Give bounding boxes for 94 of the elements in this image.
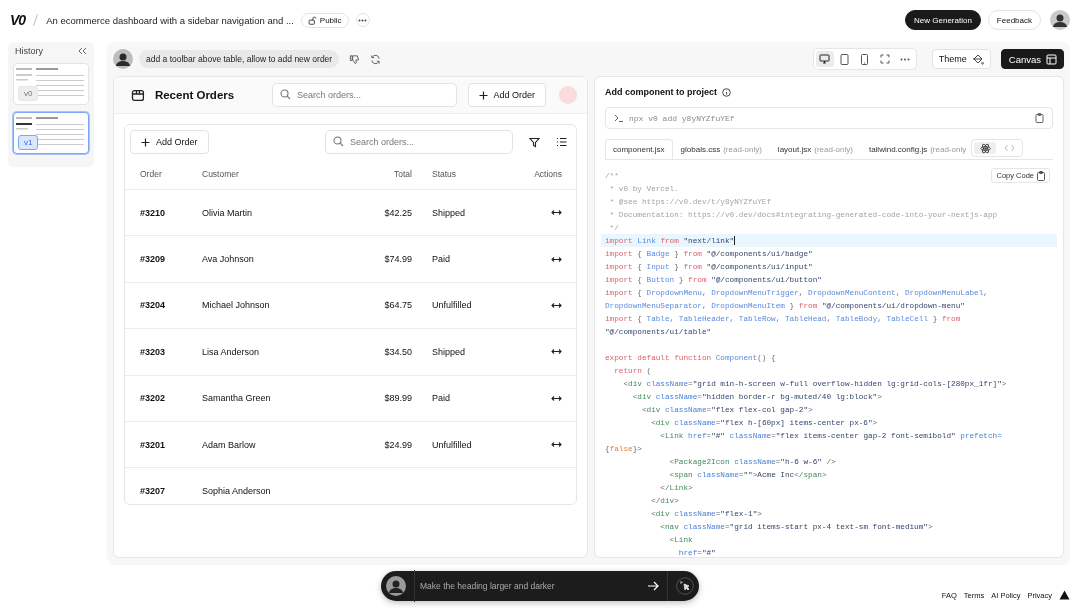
table-cell-text: #3202: [140, 393, 167, 404]
table-cell: $74.99: [384, 254, 412, 265]
refresh-icon[interactable]: [370, 53, 382, 65]
clipboard-icon: [1037, 170, 1045, 181]
table-cell-text: #3210: [140, 207, 167, 218]
search-field[interactable]: Search orders...: [325, 130, 513, 154]
version-label: v1: [18, 135, 39, 150]
file-tab[interactable]: layout.jsx (read-only): [769, 139, 861, 159]
project-title: An ecommerce dashboard with a sidebar navigation and ...: [46, 14, 294, 26]
table-cell-text: #3207: [140, 486, 167, 497]
layout-icon: [1046, 53, 1057, 65]
table-cell-text: #3204: [140, 300, 167, 311]
table-cell: Unfulfilled: [432, 439, 472, 450]
cursor-click-icon[interactable]: [676, 577, 694, 595]
prompt-message: add a toolbar above table, allow to add new order: [139, 50, 340, 68]
arrows-horizontal-icon[interactable]: [551, 255, 562, 263]
command-text: npx v0 add y8yNYZfuYEf: [629, 113, 735, 123]
table-cell-text: Sophia Anderson: [202, 486, 272, 497]
history-thumbnail[interactable]: v1: [13, 112, 89, 154]
tablet-icon: [840, 53, 850, 65]
add-order-button[interactable]: Add Order: [467, 83, 547, 107]
search-field[interactable]: Search orders...: [272, 83, 457, 107]
user-avatar: [113, 49, 133, 69]
user-avatar[interactable]: [1050, 10, 1070, 30]
table-cell: $34.50: [384, 346, 412, 357]
desktop-icon: [819, 54, 831, 64]
table-cell: Shipped: [432, 346, 466, 357]
arrows-horizontal-icon[interactable]: [551, 301, 562, 309]
fullscreen-icon: [879, 54, 890, 64]
history-thumbnail[interactable]: v0: [13, 63, 89, 105]
arrows-horizontal-icon[interactable]: [551, 394, 562, 402]
new-generation-button[interactable]: New Generation: [905, 10, 981, 30]
theme-button[interactable]: Theme: [931, 49, 991, 69]
prompt-field[interactable]: Make the heading larger and darker: [381, 571, 699, 601]
logo[interactable]: V0: [10, 12, 26, 28]
column-header: Order: [140, 169, 163, 179]
table-cell: Paid: [432, 254, 450, 265]
arrows-horizontal-icon[interactable]: [551, 441, 562, 449]
search-icon: [333, 136, 344, 147]
table-cell: Shipped: [432, 207, 466, 218]
feedback-button[interactable]: Feedback: [987, 10, 1041, 30]
file-tab[interactable]: component.jsx: [605, 139, 673, 159]
collapse-icon[interactable]: [78, 47, 87, 55]
more-icon: [358, 18, 368, 22]
file-tab[interactable]: tailwind.config.js (read-only: [860, 139, 970, 159]
table-cell-text: Michael Johnson: [202, 300, 271, 311]
table-cell: $89.99: [384, 393, 412, 404]
canvas-button[interactable]: Canvas: [1000, 49, 1064, 69]
history-title: History: [15, 46, 43, 56]
atom-icon[interactable]: [974, 142, 997, 154]
table-cell-text: Lisa Anderson: [202, 346, 261, 357]
add-order-button[interactable]: Add Order: [130, 130, 209, 154]
column-header: Customer: [202, 169, 240, 179]
table-cell-text: #3201: [140, 439, 167, 450]
user-avatar: [386, 576, 406, 596]
file-tab[interactable]: globals.css (read-only): [672, 139, 770, 159]
table-cell-text: #3203: [140, 346, 167, 357]
avatar-placeholder: [559, 86, 577, 104]
clipboard-icon[interactable]: [1035, 113, 1044, 123]
terminal-icon: [614, 114, 624, 122]
column-header: Actions: [533, 169, 562, 179]
table-cell-text: #3209: [140, 254, 167, 265]
table-cell: Paid: [432, 393, 450, 404]
column-header: Status: [431, 169, 458, 179]
table-cell-text: Samantha Green: [202, 393, 272, 404]
table-cell: $42.25: [384, 207, 412, 218]
desktop-view-button[interactable]: [815, 51, 834, 67]
paint-bucket-icon: [971, 53, 984, 65]
more-icon: [899, 57, 910, 61]
list-icon[interactable]: [556, 137, 567, 147]
table-cell: Unfulfilled: [432, 300, 472, 311]
filter-icon[interactable]: [529, 136, 540, 148]
phone-icon: [861, 53, 869, 65]
version-label: v0: [18, 86, 39, 101]
arrows-horizontal-icon[interactable]: [551, 209, 562, 217]
lock-icon: [307, 15, 317, 25]
send-arrow-icon[interactable]: [647, 581, 659, 591]
info-icon[interactable]: [722, 87, 731, 97]
table-cell-text: Olivia Martin: [202, 207, 253, 218]
table-cell-text: Ava Johnson: [202, 254, 255, 265]
thumbs-down-icon[interactable]: [349, 53, 361, 65]
column-header: Total: [393, 169, 412, 179]
package-icon: [131, 88, 145, 102]
plus-icon: [141, 137, 150, 147]
page-heading: Recent Orders: [154, 89, 236, 101]
table-cell-text: Adam Barlow: [202, 439, 257, 450]
plus-icon: [478, 90, 488, 100]
search-icon: [280, 89, 291, 100]
table-cell: $24.99: [384, 439, 412, 450]
table-cell: $64.75: [384, 300, 412, 311]
arrows-horizontal-icon[interactable]: [551, 348, 562, 356]
panel-title: Add component to project: [605, 87, 717, 97]
command-field[interactable]: npx v0 add y8yNYZfuYEf: [605, 107, 1053, 129]
triangle-icon[interactable]: [1059, 590, 1070, 600]
